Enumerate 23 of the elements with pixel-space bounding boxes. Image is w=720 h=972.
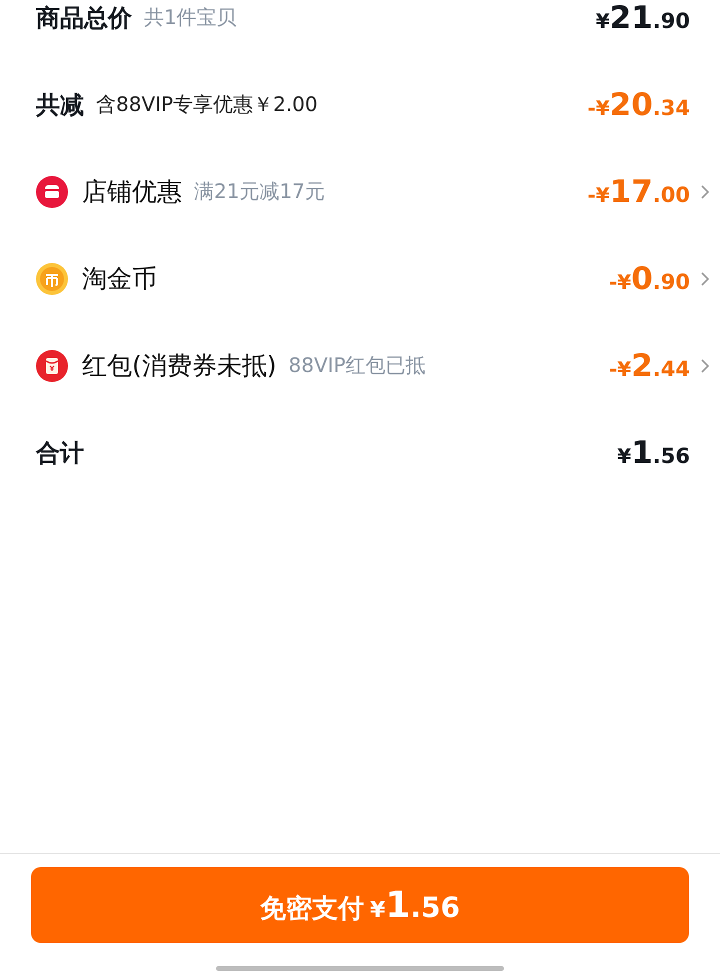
row-title: 淘金币 [82,263,157,295]
shop-icon [36,176,68,208]
amount: -¥17.00 [587,174,690,210]
row-note: 满21元减17元 [194,178,325,205]
envelope-icon [36,350,68,382]
amount: -¥0.90 [609,260,690,296]
amount: ¥21.90 [596,0,690,36]
pay-button[interactable]: 免密支付 ¥1.56 [31,867,689,943]
row-note: 共1件宝贝 [144,4,237,31]
row-note: 含88VIP专享优惠￥2.00 [96,91,318,118]
chevron-icon[interactable] [700,358,710,374]
coin-icon [36,262,68,294]
row-title: 合计 [36,438,84,468]
row-title: 红包(消费券未抵) [82,350,277,382]
row-note: 88VIP红包已抵 [288,352,426,379]
chevron-icon[interactable] [700,270,710,286]
amount: ¥1.56 [617,434,690,470]
amount: -¥2.44 [609,348,690,384]
chevron-icon[interactable] [700,184,710,200]
amount: -¥20.34 [587,86,690,122]
row-title: 共减 [36,90,84,120]
row-title: 商品总价 [36,2,132,34]
row-title: 店铺优惠 [82,176,182,208]
